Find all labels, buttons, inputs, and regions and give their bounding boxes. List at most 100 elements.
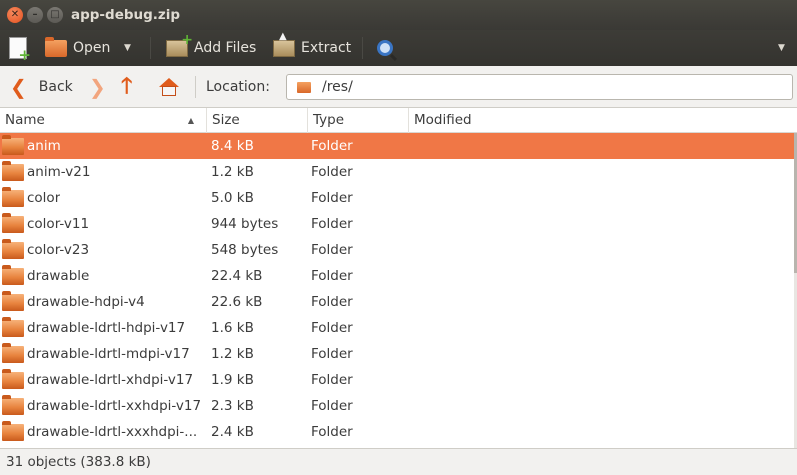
column-header-label: Name <box>5 112 45 128</box>
column-header-type[interactable]: Type <box>308 108 409 133</box>
cell-type: Folder <box>311 190 353 206</box>
status-text: 31 objects (383.8 kB) <box>6 454 151 470</box>
cell-type: Folder <box>311 424 353 440</box>
cell-name: drawable <box>0 263 206 289</box>
location-field[interactable]: /res/ <box>286 74 793 100</box>
column-header-name[interactable]: Name ▲ <box>0 108 207 133</box>
cell-modified <box>412 237 792 263</box>
toolbar: Open ▼ Add Files Extract ▼ <box>0 30 797 66</box>
row-name-text: drawable <box>27 268 90 284</box>
new-archive-icon <box>9 37 31 64</box>
table-header: Name ▲ Size Type Modified <box>0 108 797 133</box>
toolbar-separator <box>362 37 363 59</box>
row-name-text: drawable-ldrtl-xhdpi-v17 <box>27 372 194 388</box>
table-row[interactable]: drawable-ldrtl-xxhdpi-v17 2.3 kB Folder <box>0 393 797 419</box>
cell-name: anim-v21 <box>0 159 206 185</box>
cell-modified <box>412 133 792 159</box>
table-row[interactable]: color-v11 944 bytes Folder <box>0 211 797 237</box>
close-icon[interactable]: ✕ <box>7 7 23 23</box>
cell-modified <box>412 367 792 393</box>
cell-modified <box>412 393 792 419</box>
column-header-size[interactable]: Size <box>207 108 308 133</box>
open-button[interactable]: Open <box>45 30 110 66</box>
cell-modified <box>412 419 792 445</box>
table-row[interactable]: drawable-ldrtl-xxxhdpi-... 2.4 kB Folder <box>0 419 797 445</box>
table-row[interactable]: drawable-ldrtl-hdpi-v17 1.6 kB Folder <box>0 315 797 341</box>
cell-name: drawable-hdpi-v4 <box>0 289 206 315</box>
folder-icon <box>2 342 24 363</box>
cell-size: 8.4 kB <box>211 138 254 154</box>
cell-modified <box>412 289 792 315</box>
cell-type: Folder <box>311 398 353 414</box>
table-row[interactable]: color 5.0 kB Folder <box>0 185 797 211</box>
table-row[interactable]: color-v23 548 bytes Folder <box>0 237 797 263</box>
cell-size: 1.9 kB <box>211 372 254 388</box>
folder-icon <box>297 81 311 93</box>
table-row[interactable]: drawable-ldrtl-xhdpi-v17 1.9 kB Folder <box>0 367 797 393</box>
back-button[interactable]: ❮ Back <box>10 66 73 108</box>
location-path: /res/ <box>322 79 353 95</box>
chevron-down-icon: ▼ <box>778 43 785 53</box>
minimize-icon[interactable]: – <box>27 7 43 23</box>
cell-size: 2.4 kB <box>211 424 254 440</box>
cell-modified <box>412 263 792 289</box>
row-name-text: anim <box>27 138 61 154</box>
cell-type: Folder <box>311 320 353 336</box>
cell-type: Folder <box>311 268 353 284</box>
new-archive-button[interactable] <box>9 30 31 66</box>
forward-button[interactable]: ❯ <box>89 66 106 108</box>
open-folder-icon <box>45 36 67 57</box>
up-button[interactable]: 🡑 <box>121 66 132 108</box>
folder-icon <box>2 394 24 415</box>
table-row[interactable]: drawable-hdpi-v4 22.6 kB Folder <box>0 289 797 315</box>
location-label: Location: <box>206 79 270 95</box>
cell-type: Folder <box>311 164 353 180</box>
extract-button[interactable]: Extract <box>273 30 351 66</box>
cell-name: color-v23 <box>0 237 206 263</box>
row-name-text: drawable-ldrtl-mdpi-v17 <box>27 346 190 362</box>
open-button-label: Open <box>73 40 111 56</box>
folder-icon <box>2 238 24 259</box>
table-row[interactable]: drawable-ldrtl-mdpi-v17 1.2 kB Folder <box>0 341 797 367</box>
location-separator <box>195 76 196 98</box>
folder-icon <box>2 134 24 155</box>
cell-size: 1.2 kB <box>211 346 254 362</box>
folder-icon <box>2 420 24 441</box>
table-row[interactable]: drawable 22.4 kB Folder <box>0 263 797 289</box>
folder-icon <box>2 368 24 389</box>
home-button[interactable] <box>159 66 179 108</box>
back-arrow-icon: ❮ <box>10 75 27 99</box>
cell-name: drawable-ldrtl-xxxhdpi-... <box>0 419 206 445</box>
folder-icon <box>2 290 24 311</box>
cell-name: drawable-ldrtl-xxhdpi-v17 <box>0 393 206 419</box>
open-dropdown-button[interactable]: ▼ <box>124 30 131 66</box>
add-files-icon <box>166 32 193 57</box>
find-button[interactable] <box>377 30 393 66</box>
row-name-text: color-v23 <box>27 242 90 258</box>
cell-size: 22.4 kB <box>211 268 263 284</box>
cell-size: 22.6 kB <box>211 294 263 310</box>
toolbar-separator <box>150 37 151 59</box>
cell-type: Folder <box>311 346 353 362</box>
row-name-text: anim-v21 <box>27 164 91 180</box>
cell-modified <box>412 211 792 237</box>
toolbar-overflow-button[interactable]: ▼ <box>778 30 785 66</box>
cell-type: Folder <box>311 216 353 232</box>
find-icon <box>377 40 393 56</box>
row-name-text: color <box>27 190 61 206</box>
table-row[interactable]: anim 8.4 kB Folder <box>0 133 797 159</box>
column-header-label: Type <box>313 112 345 128</box>
table-row[interactable]: anim-v21 1.2 kB Folder <box>0 159 797 185</box>
add-files-button-label: Add Files <box>194 40 257 56</box>
column-header-modified[interactable]: Modified <box>409 108 797 133</box>
cell-modified <box>412 315 792 341</box>
folder-icon <box>2 186 24 207</box>
folder-icon <box>2 212 24 233</box>
maximize-icon[interactable]: □ <box>47 7 63 23</box>
home-icon <box>159 78 179 96</box>
window-title: app-debug.zip <box>71 7 181 23</box>
cell-name: anim <box>0 133 206 159</box>
cell-type: Folder <box>311 138 353 154</box>
add-files-button[interactable]: Add Files <box>166 30 256 66</box>
row-name-text: drawable-ldrtl-xxhdpi-v17 <box>27 398 202 414</box>
